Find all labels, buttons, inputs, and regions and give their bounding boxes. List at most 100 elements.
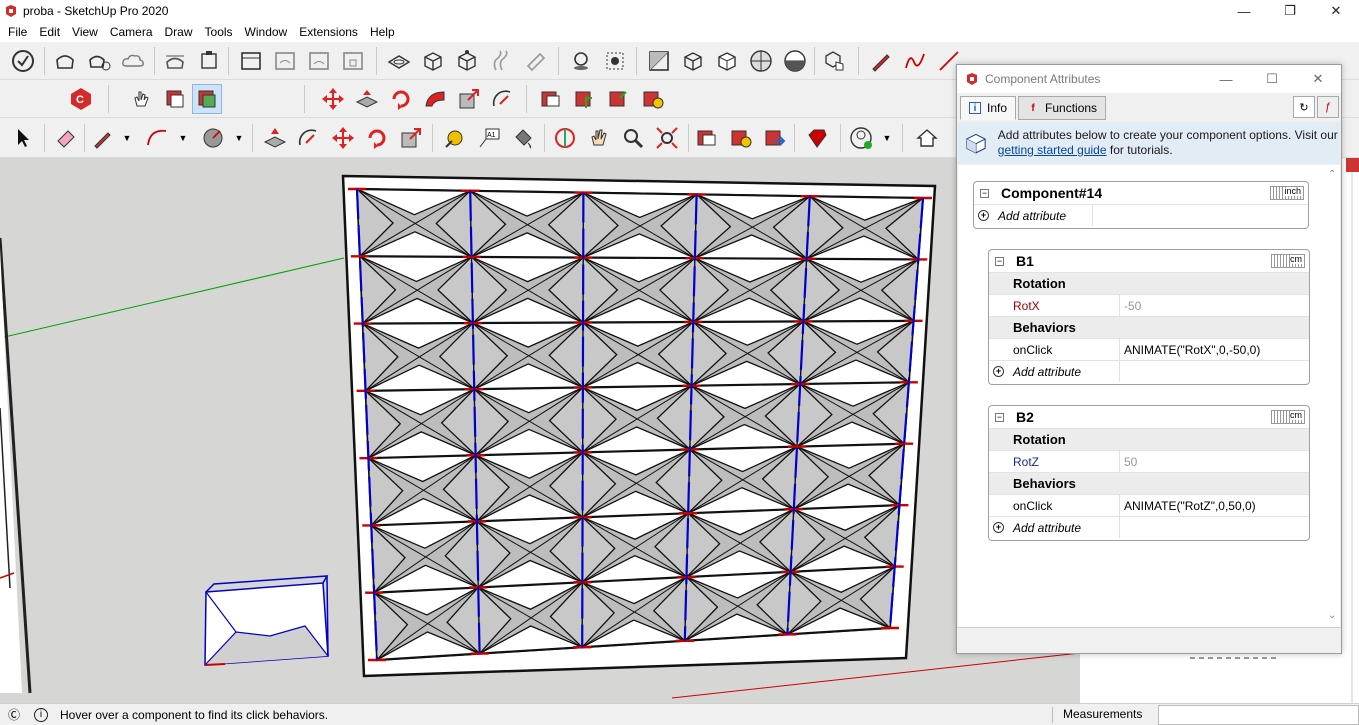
fog-icon[interactable] (600, 46, 630, 76)
eraser-icon[interactable] (50, 123, 80, 153)
push-pull-red-icon[interactable] (352, 84, 382, 114)
zoom-extents-icon[interactable] (652, 123, 682, 153)
layout-icon[interactable] (236, 46, 266, 76)
attribute-name[interactable]: onClick (1013, 343, 1052, 357)
attribute-row[interactable]: onClick ANIMATE("RotX",0,-50,0) (989, 338, 1309, 360)
pencil-red-icon[interactable] (866, 46, 896, 76)
add-attribute-row[interactable]: + Add attribute (974, 204, 1308, 226)
measurements-input[interactable] (1158, 705, 1359, 725)
menu-tools[interactable]: Tools (199, 25, 239, 39)
attribute-row[interactable]: RotZ 50 (989, 450, 1309, 472)
attribute-row[interactable]: RotX -50 (989, 294, 1309, 316)
box-icon[interactable] (418, 46, 448, 76)
arc-icon[interactable] (142, 123, 172, 153)
push-pull-icon[interactable] (260, 123, 290, 153)
select-arrow-icon[interactable] (8, 123, 38, 153)
wireframe-icon[interactable] (678, 46, 708, 76)
attribute-value[interactable]: ANIMATE("RotX",0,-50,0) (1124, 343, 1260, 357)
dc-interact-icon[interactable] (692, 123, 722, 153)
component-box-icon[interactable] (452, 46, 482, 76)
geo-location-icon[interactable]: Ⓒ (6, 707, 22, 723)
freehand-icon[interactable] (900, 46, 930, 76)
attribute-name[interactable]: RotX (1013, 299, 1040, 313)
add-attribute-row[interactable]: + Add attribute (989, 360, 1309, 382)
attribute-name[interactable]: RotZ (1013, 455, 1039, 469)
restore-icon[interactable]: ❐ (1267, 0, 1313, 22)
add-icon[interactable]: + (978, 210, 989, 221)
scroll-up-icon[interactable]: ⌃ (1328, 169, 1336, 180)
lock-icon[interactable] (338, 46, 368, 76)
xray-icon[interactable] (644, 46, 674, 76)
export-component-icon[interactable] (604, 84, 634, 114)
warehouse-icon[interactable] (160, 46, 190, 76)
section-plane-icon[interactable] (384, 46, 414, 76)
add-icon[interactable]: + (993, 366, 1004, 377)
collapse-icon[interactable]: − (995, 256, 1004, 266)
component-attributes-icon[interactable] (192, 84, 222, 114)
menu-extensions[interactable]: Extensions (293, 25, 364, 39)
zoom-icon[interactable] (618, 123, 648, 153)
shaded-icon[interactable] (746, 46, 776, 76)
component-hand-icon[interactable] (820, 46, 850, 76)
blue-selected-box[interactable] (204, 575, 329, 666)
attribute-value[interactable]: ANIMATE("RotZ",0,50,0) (1124, 499, 1256, 513)
add-attribute-row[interactable]: + Add attribute (989, 516, 1309, 538)
arc-dropdown-icon[interactable]: ▼ (178, 123, 188, 153)
dc-options-icon[interactable] (726, 123, 756, 153)
cloud-icon[interactable] (118, 46, 148, 76)
rotate-red-icon[interactable] (386, 84, 416, 114)
send-component-icon[interactable] (536, 84, 566, 114)
attribute-name[interactable]: onClick (1013, 499, 1052, 513)
move-red-icon[interactable] (318, 84, 348, 114)
paint-bucket-icon[interactable] (508, 123, 538, 153)
pattern-panel[interactable] (341, 174, 937, 678)
menu-file[interactable]: File (2, 25, 33, 39)
emoji-component-icon[interactable] (638, 84, 668, 114)
rotate-icon[interactable] (362, 123, 392, 153)
menu-draw[interactable]: Draw (159, 25, 199, 39)
ruby-icon[interactable] (802, 123, 832, 153)
menu-window[interactable]: Window (239, 25, 294, 39)
refresh-icon[interactable]: ↻ (1293, 96, 1315, 118)
component-options-icon[interactable] (160, 84, 190, 114)
circle-shape-icon[interactable] (198, 123, 228, 153)
model-info-icon[interactable] (304, 46, 334, 76)
menu-help[interactable]: Help (364, 25, 401, 39)
text-label-icon[interactable]: A1 (474, 123, 504, 153)
tab-info[interactable]: i Info (960, 96, 1017, 120)
tab-functions[interactable]: f Functions (1018, 96, 1107, 120)
tape-measure-icon[interactable] (440, 123, 470, 153)
interact-hand-icon[interactable] (126, 84, 156, 114)
attribute-value[interactable]: -50 (1124, 299, 1141, 313)
pan-hand-icon[interactable] (584, 123, 614, 153)
menu-edit[interactable]: Edit (33, 25, 66, 39)
line-dropdown-icon[interactable]: ▼ (122, 123, 132, 153)
extension-warehouse-icon[interactable] (194, 46, 224, 76)
shadows-icon[interactable] (566, 46, 596, 76)
close-icon[interactable]: ✕ (1313, 0, 1359, 22)
add-icon[interactable]: + (993, 522, 1004, 533)
dynamic-components-logo-icon[interactable]: C (66, 84, 96, 114)
monochrome-icon[interactable] (780, 46, 810, 76)
hidden-line-icon[interactable] (712, 46, 742, 76)
orbit-icon[interactable] (550, 123, 580, 153)
line-pencil-icon[interactable] (88, 123, 118, 153)
teapot-hand-icon[interactable] (84, 46, 114, 76)
collapse-icon[interactable]: − (980, 188, 989, 198)
teapot-icon[interactable] (50, 46, 80, 76)
scale-icon[interactable] (396, 123, 426, 153)
attribute-value[interactable]: 50 (1124, 455, 1137, 469)
validate-icon[interactable] (8, 46, 38, 76)
eraser-style-icon[interactable] (520, 46, 550, 76)
offset-icon[interactable] (294, 123, 324, 153)
unit-selector[interactable]: inch (1270, 186, 1304, 200)
panel-maximize-icon[interactable]: ☐ (1249, 65, 1295, 93)
unit-selector[interactable]: cm (1271, 410, 1305, 424)
panel-close-icon[interactable]: ✕ (1295, 65, 1341, 93)
panel-scrollbar[interactable]: ⌃ ⌄ (1325, 165, 1340, 627)
shape-dropdown-icon[interactable]: ▼ (234, 123, 244, 153)
formula-toggle-icon[interactable]: ƒ (1317, 96, 1339, 118)
import-component-icon[interactable] (570, 84, 600, 114)
account-dropdown-icon[interactable]: ▼ (882, 123, 892, 153)
menu-view[interactable]: View (66, 25, 104, 39)
